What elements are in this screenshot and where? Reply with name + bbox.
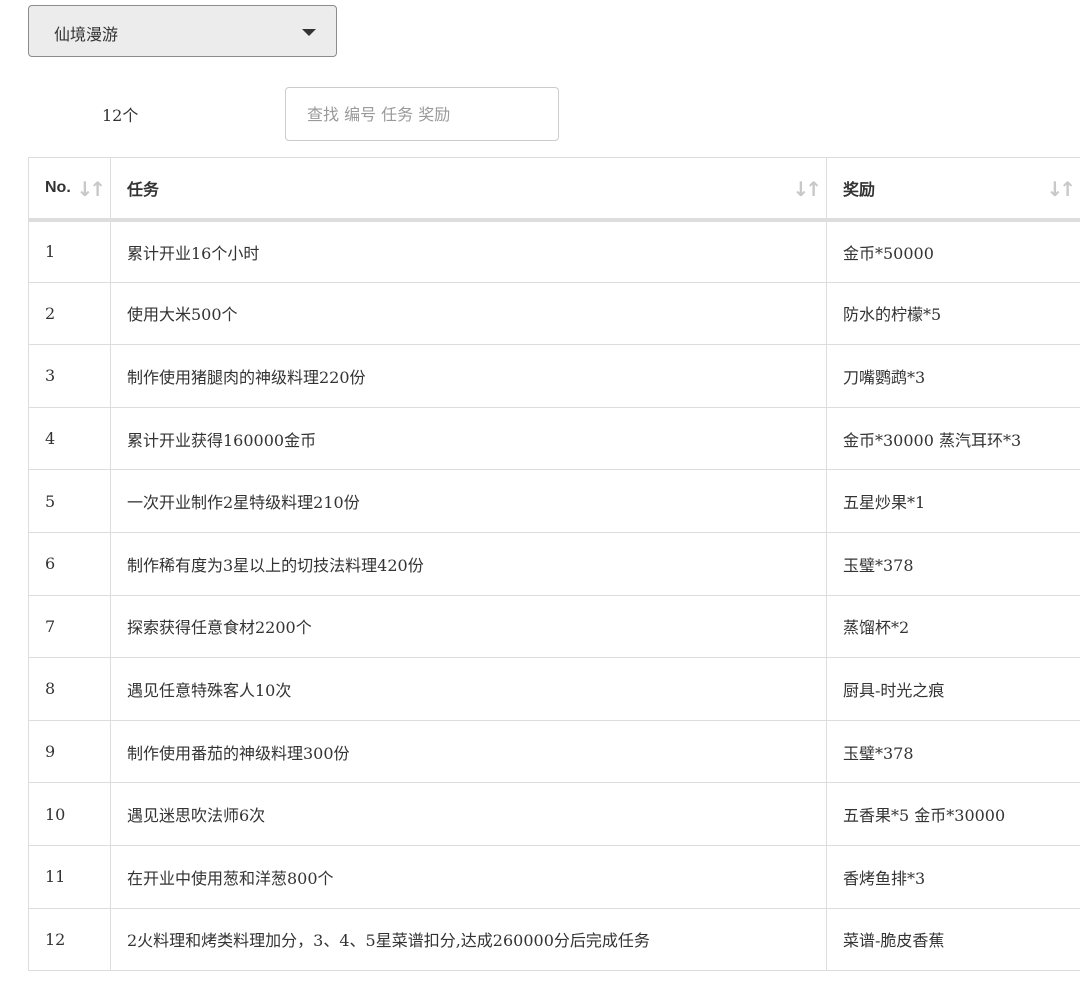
table-row: 1 累计开业16个小时 金币*50000 — [28, 219, 1080, 283]
column-header-task[interactable]: 任务 ↓↑ — [110, 157, 827, 222]
cell-task: 制作使用猪腿肉的神级料理220份 — [110, 344, 827, 408]
task-table: No. ↓↑ 任务 ↓↑ 奖励 ↓↑ 1 累计开业16个小时 金币*50000 2 使用… — [28, 157, 1080, 972]
table-row: 4 累计开业获得160000金币 金币*30000 蒸汽耳环*3 — [28, 406, 1080, 471]
column-header-no[interactable]: No. ↓↑ — [28, 157, 111, 222]
sort-icon[interactable]: ↓↑ — [76, 177, 105, 201]
cell-reward: 菜谱-脆皮香蕉 — [826, 907, 1080, 972]
cell-no: 12 — [28, 907, 111, 972]
cell-reward: 玉璧*378 — [826, 719, 1080, 784]
table-row: 8 遇见任意特殊客人10次 厨具-时光之痕 — [28, 657, 1080, 721]
table-row: 10 遇见迷思吹法师6次 五香果*5 金币*30000 — [28, 782, 1080, 846]
cell-task: 遇见任意特殊客人10次 — [110, 657, 827, 721]
column-header-no-label: No. — [45, 178, 71, 196]
cell-reward: 香烤鱼排*3 — [826, 844, 1080, 909]
table-row: 9 制作使用番茄的神级料理300份 玉璧*378 — [28, 719, 1080, 784]
column-header-task-label: 任务 — [127, 179, 160, 199]
cell-reward: 金币*50000 — [826, 219, 1080, 283]
cell-reward: 蒸馏杯*2 — [826, 594, 1080, 659]
search-input[interactable] — [285, 87, 559, 141]
cell-task: 2火料理和烤类料理加分，3、4、5星菜谱扣分,达成260000分后完成任务 — [110, 907, 827, 972]
cell-no: 2 — [28, 281, 111, 346]
cell-task: 遇见迷思吹法师6次 — [110, 782, 827, 846]
table-row: 12 2火料理和烤类料理加分，3、4、5星菜谱扣分,达成260000分后完成任务菜… — [28, 907, 1080, 972]
cell-no: 7 — [28, 594, 111, 659]
sort-icon[interactable]: ↓↑ — [792, 177, 821, 201]
cell-reward: 五星炒果*1 — [826, 469, 1080, 533]
cell-no: 1 — [28, 219, 111, 283]
cell-no: 9 — [28, 719, 111, 784]
column-header-reward-label: 奖励 — [843, 179, 876, 199]
cell-task: 累计开业16个小时 — [110, 219, 827, 283]
cell-reward: 防水的柠檬*5 — [826, 281, 1080, 346]
cell-no: 10 — [28, 782, 111, 846]
cell-task: 在开业中使用葱和洋葱800个 — [110, 844, 827, 909]
activity-select[interactable]: 仙境漫游 — [28, 5, 337, 57]
cell-task: 累计开业获得160000金币 — [110, 406, 827, 471]
cell-task: 一次开业制作2星特级料理210份 — [110, 469, 827, 533]
table-row: 11 在开业中使用葱和洋葱800个 香烤鱼排*3 — [28, 844, 1080, 909]
table-row: 7 探索获得任意食材2200个 蒸馏杯*2 — [28, 594, 1080, 659]
cell-task: 制作使用番茄的神级料理300份 — [110, 719, 827, 784]
table-row: 2 使用大米500个 防水的柠檬*5 — [28, 281, 1080, 346]
table-header-row: No. ↓↑ 任务 ↓↑ 奖励 ↓↑ — [28, 157, 1080, 222]
cell-no: 11 — [28, 844, 111, 909]
result-count: 12个 — [102, 106, 139, 125]
cell-no: 5 — [28, 469, 111, 533]
chevron-down-icon — [302, 29, 316, 36]
sort-icon[interactable]: ↓↑ — [1046, 177, 1075, 201]
cell-no: 4 — [28, 406, 111, 471]
cell-no: 8 — [28, 657, 111, 721]
cell-task: 探索获得任意食材2200个 — [110, 594, 827, 659]
cell-reward: 五香果*5 金币*30000 — [826, 782, 1080, 846]
column-header-reward[interactable]: 奖励 ↓↑ — [826, 157, 1080, 222]
cell-reward: 刀嘴鹦鹉*3 — [826, 344, 1080, 408]
table-row: 5 一次开业制作2星特级料理210份 五星炒果*1 — [28, 469, 1080, 533]
cell-reward: 金币*30000 蒸汽耳环*3 — [826, 406, 1080, 471]
activity-select-value: 仙境漫游 — [54, 25, 119, 44]
cell-task: 制作稀有度为3星以上的切技法料理420份 — [110, 531, 827, 596]
cell-reward: 厨具-时光之痕 — [826, 657, 1080, 721]
table-row: 6 制作稀有度为3星以上的切技法料理420份 玉璧*378 — [28, 531, 1080, 596]
cell-task: 使用大米500个 — [110, 281, 827, 346]
table-row: 3 制作使用猪腿肉的神级料理220份 刀嘴鹦鹉*3 — [28, 344, 1080, 408]
cell-no: 6 — [28, 531, 111, 596]
cell-reward: 玉璧*378 — [826, 531, 1080, 596]
cell-no: 3 — [28, 344, 111, 408]
